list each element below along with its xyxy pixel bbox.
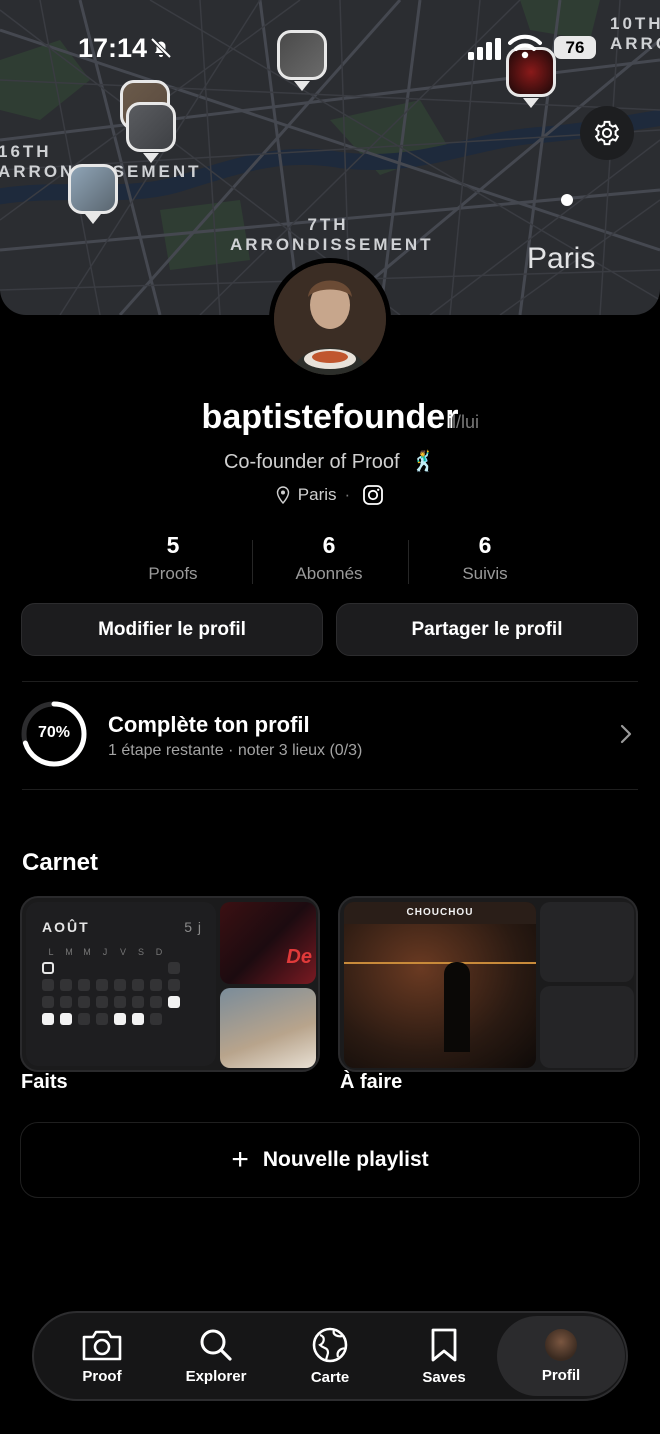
- weekday-label: M: [83, 947, 91, 957]
- new-playlist-button[interactable]: + Nouvelle playlist: [20, 1122, 640, 1198]
- location-text: Paris: [297, 485, 337, 504]
- todo-placeholder: [540, 986, 634, 1068]
- tab-label: Explorer: [185, 1367, 247, 1385]
- weekday-label: J: [102, 947, 108, 957]
- calendar-day-count: 5 j: [184, 919, 202, 935]
- calendar-panel: AOÛT 5 j L M M J V S D: [26, 902, 216, 1066]
- done-photo-bottom: [220, 988, 316, 1068]
- new-playlist-label: Nouvelle playlist: [262, 1148, 429, 1171]
- tab-bar: Proof Explorer Carte Saves Profil: [32, 1311, 628, 1401]
- stat-followers[interactable]: 6 Abonnés: [251, 532, 407, 592]
- avatar-image: [274, 263, 386, 375]
- tab-label: Saves: [422, 1368, 466, 1386]
- stat-label: Abonnés: [295, 564, 363, 583]
- map-pin-tail: [85, 214, 101, 224]
- weekday-label: V: [119, 947, 126, 957]
- gear-icon: [594, 120, 620, 146]
- weekday-label: M: [65, 947, 73, 957]
- stat-value: 5: [166, 532, 180, 558]
- complete-profile-subtitle: 1 étape restante · noter 3 lieux (0/3): [108, 742, 363, 759]
- globe-icon: [312, 1327, 348, 1362]
- map-pin[interactable]: [68, 164, 118, 214]
- tab-label: Proof: [82, 1367, 122, 1385]
- map-pin[interactable]: [126, 102, 176, 152]
- status-time: 17:14: [78, 33, 148, 63]
- pronouns: il/lui: [448, 412, 480, 432]
- todo-photo-main: CHOUCHOU: [344, 902, 536, 1068]
- calendar-grid: [42, 962, 180, 1025]
- weekday-label: D: [155, 947, 163, 957]
- bookmark-icon: [431, 1328, 457, 1361]
- divider: [22, 789, 638, 790]
- wifi-icon: [508, 34, 542, 59]
- done-photo-top: De: [220, 902, 316, 984]
- bio-text: Co-founder of Proof: [223, 451, 400, 473]
- weekday-label: L: [48, 947, 54, 957]
- divider: [22, 681, 638, 682]
- share-profile-button[interactable]: Partager le profil: [336, 603, 638, 656]
- instagram-icon[interactable]: [362, 484, 384, 506]
- plus-icon: +: [231, 1143, 249, 1176]
- carnet-title: Carnet: [22, 849, 99, 876]
- map-label-7th: 7TH ARRONDISSEMENT: [230, 215, 434, 254]
- map-label-city: Paris: [527, 242, 596, 275]
- map-pin-tail: [143, 153, 159, 163]
- tab-proof[interactable]: Proof: [45, 1313, 159, 1399]
- progress-percent: 70%: [37, 724, 71, 741]
- weekday-label: S: [137, 947, 144, 957]
- calendar-weekdays: L M M J V S D: [42, 947, 168, 957]
- profile-stats: 5 Proofs 6 Abonnés 6 Suivis: [95, 532, 565, 592]
- stat-proofs[interactable]: 5 Proofs: [95, 532, 251, 592]
- camera-icon: [82, 1330, 122, 1360]
- avatar: [545, 1328, 577, 1361]
- complete-profile-card[interactable]: 70% Complète ton profil 1 étape restante…: [20, 700, 640, 770]
- restaurant-sign: CHOUCHOU: [344, 902, 536, 924]
- location-separator: ·: [344, 485, 351, 504]
- stat-label: Proofs: [148, 564, 198, 583]
- carnet-done-label: Faits: [21, 1071, 68, 1093]
- username-row: baptistefounder il/lui: [0, 398, 660, 437]
- location-row: Paris ·: [0, 484, 660, 506]
- location-pin-icon: [276, 486, 289, 504]
- tab-profil[interactable]: Profil: [497, 1316, 625, 1396]
- tab-explorer[interactable]: Explorer: [159, 1313, 273, 1399]
- username: baptistefounder: [201, 398, 459, 436]
- stat-value: 6: [478, 532, 492, 558]
- edit-profile-button[interactable]: Modifier le profil: [21, 603, 323, 656]
- tab-label: Carte: [310, 1368, 350, 1386]
- stat-following[interactable]: 6 Suivis: [407, 532, 563, 592]
- calendar-month: AOÛT: [42, 919, 90, 935]
- stat-value: 6: [322, 532, 336, 558]
- search-icon: [200, 1329, 232, 1361]
- carnet-todo-label: À faire: [340, 1071, 403, 1093]
- todo-placeholder: [540, 902, 634, 982]
- complete-profile-title: Complète ton profil: [108, 712, 310, 737]
- settings-button[interactable]: [580, 106, 634, 160]
- signal-icon: [468, 38, 501, 60]
- bell-muted-icon: [150, 37, 172, 59]
- profile-avatar[interactable]: [269, 258, 391, 380]
- tab-saves[interactable]: Saves: [387, 1313, 501, 1399]
- battery-indicator: 76: [554, 36, 596, 59]
- status-bar: 17:14 76: [0, 0, 660, 100]
- carnet-todo-card[interactable]: CHOUCHOU: [338, 896, 638, 1072]
- carnet-done-card[interactable]: AOÛT 5 j L M M J V S D De: [20, 896, 320, 1072]
- tab-label: Profil: [541, 1366, 581, 1384]
- chevron-right-icon: [620, 724, 632, 744]
- stat-label: Suivis: [462, 564, 508, 583]
- bio-emoji: 🕺: [411, 451, 437, 473]
- bio: Co-founder of Proof 🕺: [0, 449, 660, 474]
- tab-carte[interactable]: Carte: [273, 1313, 387, 1399]
- map-location-dot: [561, 194, 573, 206]
